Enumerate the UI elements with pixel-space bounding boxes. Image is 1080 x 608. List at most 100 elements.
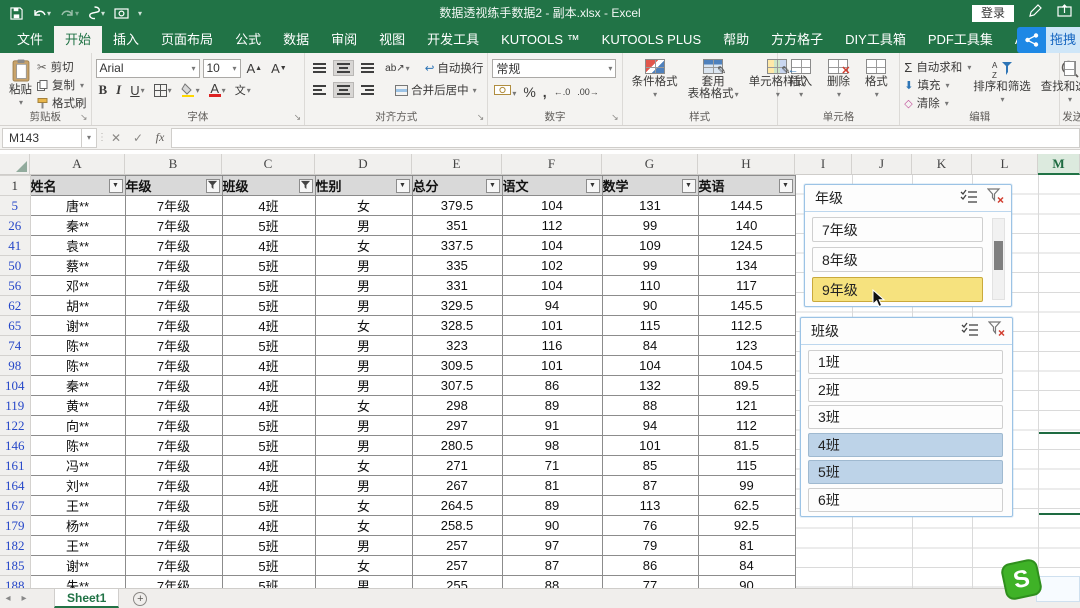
cell[interactable]: 91 xyxy=(502,416,602,436)
cell[interactable]: 124.5 xyxy=(698,236,795,256)
cell[interactable]: 刘** xyxy=(30,476,125,496)
cell[interactable]: 94 xyxy=(602,416,698,436)
cell[interactable]: 62.5 xyxy=(698,496,795,516)
cell[interactable]: 4班 xyxy=(222,376,315,396)
font-color-button[interactable]: A▾ xyxy=(206,80,229,100)
cell[interactable]: 唐** xyxy=(30,196,125,216)
cell[interactable]: 7年级 xyxy=(125,496,222,516)
font-size-combo[interactable]: 10▾ xyxy=(203,59,241,78)
slicer-item-5班[interactable]: 5班 xyxy=(808,460,1003,484)
cancel-icon[interactable]: ✕ xyxy=(105,131,127,145)
share-window-icon[interactable] xyxy=(1057,4,1072,22)
ribbon-tab-PDF工具集[interactable]: PDF工具集 xyxy=(917,26,1004,53)
cell[interactable]: 男 xyxy=(315,576,412,589)
slicer-item-4班[interactable]: 4班 xyxy=(808,433,1003,457)
row-header-119[interactable]: 119 xyxy=(0,396,30,416)
delete-cells-button[interactable]: ✕ 删除▾ xyxy=(822,57,855,109)
filter-dropdown-icon[interactable]: ▼ xyxy=(779,179,793,193)
ribbon-tab-开发工具[interactable]: 开发工具 xyxy=(416,26,490,53)
shrink-font-button[interactable]: A▼ xyxy=(268,58,290,78)
orientation-button[interactable]: ab↗▾ xyxy=(381,60,414,77)
cell[interactable]: 男 xyxy=(315,296,412,316)
number-dialog-launcher[interactable]: ↘ xyxy=(611,112,619,123)
row-header-62[interactable]: 62 xyxy=(0,296,30,316)
cell[interactable]: 5班 xyxy=(222,436,315,456)
cell[interactable]: 4班 xyxy=(222,196,315,216)
row-header-104[interactable]: 104 xyxy=(0,376,30,396)
cell[interactable]: 冯** xyxy=(30,456,125,476)
cell[interactable]: 87 xyxy=(502,556,602,576)
cell[interactable]: 5班 xyxy=(222,216,315,236)
cell[interactable]: 117 xyxy=(698,276,795,296)
cell[interactable]: 袁** xyxy=(30,236,125,256)
cell[interactable]: 280.5 xyxy=(412,436,502,456)
ribbon-tab-帮助[interactable]: 帮助 xyxy=(712,26,760,53)
cell[interactable]: 104.5 xyxy=(698,356,795,376)
cell[interactable]: 4班 xyxy=(222,316,315,336)
cell[interactable]: 257 xyxy=(412,556,502,576)
cell[interactable]: 328.5 xyxy=(412,316,502,336)
row-header-122[interactable]: 122 xyxy=(0,416,30,436)
column-header-E[interactable]: E xyxy=(412,154,502,175)
ribbon-tab-插入[interactable]: 插入 xyxy=(102,26,150,53)
align-bottom-button[interactable] xyxy=(357,60,378,76)
table-header-总分[interactable]: 总分▼ xyxy=(412,176,502,196)
slicer-scrollbar[interactable] xyxy=(992,218,1005,300)
filter-dropdown-icon[interactable]: ▼ xyxy=(682,179,696,193)
cell[interactable]: 陈** xyxy=(30,436,125,456)
cell[interactable]: 297 xyxy=(412,416,502,436)
column-header-H[interactable]: H xyxy=(698,154,795,175)
cell[interactable]: 4班 xyxy=(222,516,315,536)
cell[interactable]: 337.5 xyxy=(412,236,502,256)
cell[interactable]: 男 xyxy=(315,416,412,436)
select-all-corner[interactable] xyxy=(0,154,30,175)
cell[interactable]: 99 xyxy=(602,216,698,236)
cell[interactable]: 84 xyxy=(698,556,795,576)
cell[interactable]: 112 xyxy=(698,416,795,436)
row-header-188[interactable]: 188 xyxy=(0,576,30,589)
row-header-98[interactable]: 98 xyxy=(0,356,30,376)
cell[interactable]: 女 xyxy=(315,496,412,516)
cell[interactable]: 男 xyxy=(315,476,412,496)
ribbon-tab-审阅[interactable]: 审阅 xyxy=(320,26,368,53)
slicer-item-1班[interactable]: 1班 xyxy=(808,350,1003,374)
fill-color-button[interactable]: ▾ xyxy=(178,80,203,100)
cell[interactable]: 7年级 xyxy=(125,476,222,496)
camera-icon[interactable] xyxy=(114,7,129,19)
ribbon-tab-方方格子[interactable]: 方方格子 xyxy=(760,26,834,53)
table-header-语文[interactable]: 语文▼ xyxy=(502,176,602,196)
cell[interactable]: 男 xyxy=(315,256,412,276)
cell[interactable]: 267 xyxy=(412,476,502,496)
cell[interactable]: 323 xyxy=(412,336,502,356)
formula-input[interactable] xyxy=(171,128,1080,148)
cell[interactable]: 112 xyxy=(502,216,602,236)
slicer-item-8年级[interactable]: 8年级 xyxy=(812,247,983,272)
cell[interactable]: 男 xyxy=(315,276,412,296)
borders-button[interactable]: ▾ xyxy=(151,80,175,100)
cell[interactable]: 90 xyxy=(698,576,795,589)
phonetic-button[interactable]: 文▾ xyxy=(232,80,254,100)
comma-style-button[interactable]: , xyxy=(543,84,547,100)
insert-cells-button[interactable]: ← 插入▾ xyxy=(784,57,817,109)
row-header-161[interactable]: 161 xyxy=(0,456,30,476)
cell[interactable]: 87 xyxy=(602,476,698,496)
cell[interactable]: 123 xyxy=(698,336,795,356)
cell[interactable]: 116 xyxy=(502,336,602,356)
ribbon-tab-数据[interactable]: 数据 xyxy=(272,26,320,53)
cell[interactable]: 7年级 xyxy=(125,436,222,456)
cell[interactable]: 7年级 xyxy=(125,416,222,436)
ribbon-tab-开始[interactable]: 开始 xyxy=(54,26,102,53)
cell[interactable]: 145.5 xyxy=(698,296,795,316)
underline-button[interactable]: U▾ xyxy=(127,80,147,100)
cell[interactable]: 4班 xyxy=(222,396,315,416)
cell[interactable]: 86 xyxy=(602,556,698,576)
cell[interactable]: 4班 xyxy=(222,236,315,256)
cell[interactable]: 113 xyxy=(602,496,698,516)
sheet-nav-prev[interactable]: ◂ xyxy=(0,593,16,604)
cell[interactable]: 97 xyxy=(502,536,602,556)
decrease-decimal-button[interactable]: .00→ xyxy=(577,87,599,97)
align-top-button[interactable] xyxy=(309,60,330,76)
cell[interactable]: 7年级 xyxy=(125,256,222,276)
merge-center-button[interactable]: 合并后居中▾ xyxy=(395,81,477,99)
filter-dropdown-icon[interactable]: ▼ xyxy=(486,179,500,193)
